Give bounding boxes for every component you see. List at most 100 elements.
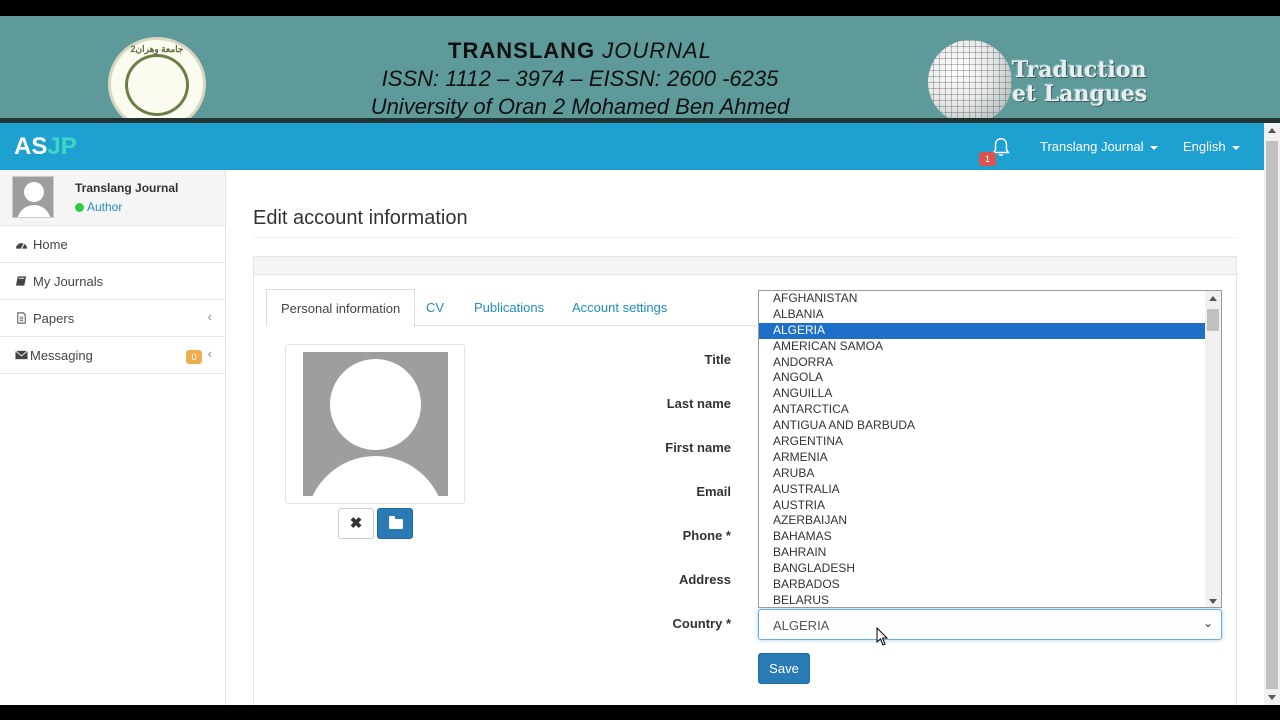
tab-personal-information[interactable]: Personal information (266, 289, 416, 327)
title-label: Title (704, 352, 732, 367)
country-options: AFGHANISTAN ALBANIA ALGERIA AMERICAN SAMOA A… (759, 291, 1206, 607)
country-label: Country * (672, 616, 732, 631)
banner-title: TRANSLANG JOURNAL ISSN: 1112 – 3974 – EI… (340, 38, 820, 120)
remove-photo-button[interactable]: ✖ (338, 508, 374, 539)
university-seal-logo: جامعة وهران2 (108, 37, 206, 131)
mouse-cursor-icon (876, 627, 889, 646)
sidebar-item-label: Messaging (30, 348, 93, 363)
country-select-value: ALGERIA (773, 618, 830, 633)
sidebar-item-label: Papers (33, 311, 75, 326)
country-option[interactable]: AUSTRALIA (759, 482, 1206, 498)
user-role-label: Author (87, 200, 123, 214)
page-scrollbar[interactable] (1264, 123, 1280, 705)
notification-badge[interactable]: 1 (979, 152, 996, 166)
country-option[interactable]: ANTIGUA AND BARBUDA (759, 418, 1206, 434)
scroll-up-icon[interactable] (1209, 296, 1217, 301)
scroll-down-icon[interactable] (1268, 695, 1276, 700)
seal-emblem (125, 54, 189, 116)
envelope-icon (15, 350, 28, 360)
country-option[interactable]: ANGUILLA (759, 386, 1206, 402)
country-option[interactable]: ANDORRA (759, 355, 1206, 371)
avatar (12, 176, 54, 218)
sidebar-item-home[interactable]: Home (0, 226, 225, 263)
country-option[interactable]: ANTARCTICA (759, 402, 1206, 418)
brand-jp: JP (47, 133, 77, 160)
book-icon (15, 276, 27, 286)
banner-issn: ISSN: 1112 – 3974 – EISSN: 2600 -6235 (381, 66, 779, 91)
file-icon (17, 312, 26, 324)
logo-line1: Traduction (1012, 57, 1147, 83)
chevron-left-icon: ‹ (207, 309, 212, 324)
country-option[interactable]: ALGERIA (759, 322, 1206, 339)
banner-line1-rest: JOURNAL (595, 38, 712, 63)
close-icon: ✖ (349, 515, 363, 532)
journal-menu-label: Translang Journal (1040, 139, 1144, 154)
country-option[interactable]: AUSTRIA (759, 498, 1206, 514)
user-name: Translang Journal (75, 181, 179, 195)
country-dropdown-list[interactable]: AFGHANISTAN ALBANIA ALGERIA AMERICAN SAMOA A… (758, 290, 1222, 608)
title-divider (253, 237, 1237, 238)
top-navbar: ASJP Translang Journal English (0, 123, 1264, 170)
country-option[interactable]: BELARUS (759, 593, 1206, 607)
asjp-brand[interactable]: ASJP (14, 133, 77, 161)
country-option[interactable]: BAHRAIN (759, 545, 1206, 561)
journal-banner: جامعة وهران2 TRANSLANG JOURNAL ISSN: 111… (0, 16, 1280, 131)
first-name-label: First name (665, 440, 731, 455)
language-menu-label: English (1183, 139, 1226, 154)
profile-photo-frame (285, 344, 465, 504)
banner-line1-bold: TRANSLANG (448, 38, 596, 63)
country-option[interactable]: AZERBAIJAN (759, 513, 1206, 529)
address-label: Address (678, 572, 731, 587)
country-select[interactable]: ALGERIA ⌄ (758, 609, 1222, 640)
email-label: Email (696, 484, 731, 499)
phone-label: Phone * (682, 528, 731, 543)
user-role: Author (75, 200, 122, 214)
tab-cv[interactable]: CV (426, 289, 444, 327)
dropdown-scrollbar-thumb[interactable] (1207, 309, 1219, 331)
sidebar-item-messaging[interactable]: Messaging 0 ‹ (0, 337, 225, 374)
folder-open-icon (389, 516, 403, 529)
country-option[interactable]: AMERICAN SAMOA (759, 339, 1206, 355)
sidebar-item-label: Home (33, 237, 68, 252)
page-scrollbar-thumb[interactable] (1266, 141, 1278, 689)
page-title: Edit account information (253, 207, 468, 229)
sidebar-item-label: My Journals (33, 274, 104, 289)
country-option[interactable]: ARUBA (759, 466, 1206, 482)
country-option[interactable]: BANGLADESH (759, 561, 1206, 577)
country-option[interactable]: ALBANIA (759, 307, 1206, 323)
country-option[interactable]: ARGENTINA (759, 434, 1206, 450)
online-status-icon (75, 203, 84, 212)
tab-account-settings[interactable]: Account settings (572, 289, 667, 327)
country-option[interactable]: BARBADOS (759, 577, 1206, 593)
traduction-langues-logo: Traduction et Langues (1012, 58, 1162, 106)
bottom-letterbox (0, 705, 1280, 720)
screen: جامعة وهران2 TRANSLANG JOURNAL ISSN: 111… (0, 0, 1280, 720)
country-option[interactable]: ARMENIA (759, 450, 1206, 466)
caret-down-icon (1231, 145, 1240, 150)
country-option[interactable]: BAHAMAS (759, 529, 1206, 545)
journal-menu[interactable]: Translang Journal (1040, 139, 1158, 154)
save-button[interactable]: Save (758, 653, 810, 684)
globe-logo (928, 40, 1012, 124)
sidebar: Translang Journal Author Home My Journal… (0, 170, 226, 705)
caret-down-icon (1149, 145, 1158, 150)
dashboard-icon (15, 242, 28, 249)
last-name-label: Last name (666, 396, 731, 411)
chevron-down-icon: ⌄ (1202, 616, 1213, 630)
country-option[interactable]: ANGOLA (759, 370, 1206, 386)
dropdown-scrollbar[interactable] (1205, 291, 1221, 607)
country-option[interactable]: AFGHANISTAN (759, 291, 1206, 307)
scroll-up-icon[interactable] (1268, 128, 1276, 133)
banner-university: University of Oran 2 Mohamed Ben Ahmed (370, 94, 790, 119)
language-menu[interactable]: English (1183, 139, 1240, 154)
profile-photo-placeholder (303, 352, 448, 496)
tab-publications[interactable]: Publications (474, 289, 544, 327)
scroll-down-icon[interactable] (1209, 599, 1217, 604)
sidebar-item-my-journals[interactable]: My Journals (0, 263, 225, 300)
sidebar-item-papers[interactable]: Papers ‹ (0, 300, 225, 337)
panel-header (254, 257, 1236, 275)
user-panel: Translang Journal Author (0, 170, 225, 226)
chevron-left-icon: ‹ (207, 346, 212, 361)
browse-photo-button[interactable] (377, 508, 413, 539)
brand-as: AS (14, 133, 48, 160)
